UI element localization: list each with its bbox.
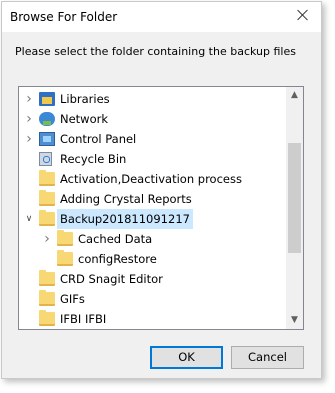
close-icon[interactable] bbox=[294, 7, 312, 25]
scroll-up-button[interactable]: ▲ bbox=[286, 87, 303, 104]
tree-item[interactable]: Adding Crystal Reports bbox=[19, 189, 288, 209]
tree-item[interactable]: Network bbox=[19, 109, 288, 129]
tree-item-label: configRestore bbox=[78, 252, 157, 266]
folder-icon bbox=[57, 230, 73, 246]
tree-item[interactable]: Activation,Deactivation process bbox=[19, 169, 288, 189]
tree-item[interactable]: configRestore bbox=[19, 249, 288, 269]
tree-item-label: CRD Snagit Editor bbox=[60, 272, 163, 286]
tree-item-label: Backup201811091217 bbox=[57, 209, 193, 229]
tree-item[interactable]: Cached Data bbox=[19, 229, 288, 249]
recycle-bin-icon bbox=[39, 152, 52, 166]
scroll-down-button[interactable]: ▼ bbox=[286, 312, 303, 329]
expand-chevron-icon bbox=[23, 189, 35, 209]
scroll-thumb[interactable] bbox=[288, 143, 301, 253]
folder-icon bbox=[39, 170, 55, 186]
instruction-text: Please select the folder containing the … bbox=[15, 45, 296, 58]
expand-chevron-icon[interactable] bbox=[41, 229, 53, 249]
libraries-icon bbox=[39, 92, 55, 106]
tree-item[interactable]: CRD Snagit Editor bbox=[19, 269, 288, 289]
tree-rows: Libraries Network Control Panel Recycle Bin… bbox=[19, 89, 288, 329]
expand-chevron-icon bbox=[23, 289, 35, 309]
ok-button[interactable]: OK bbox=[150, 346, 223, 369]
folder-icon bbox=[39, 310, 55, 326]
tree-item[interactable]: Backup201811091217 bbox=[19, 209, 288, 229]
tree-item[interactable]: IFBI IFBI bbox=[19, 309, 288, 329]
tree-item-label: Network bbox=[60, 112, 109, 126]
expand-chevron-icon[interactable] bbox=[23, 89, 35, 109]
tree-item[interactable]: Control Panel bbox=[19, 129, 288, 149]
expand-chevron-icon bbox=[23, 269, 35, 289]
tree-item-label: Cached Data bbox=[78, 232, 153, 246]
folder-tree[interactable]: Libraries Network Control Panel Recycle Bin… bbox=[18, 86, 304, 330]
folder-icon bbox=[39, 270, 55, 286]
browse-for-folder-dialog: Browse For Folder Please select the fold… bbox=[1, 1, 322, 379]
dialog-title: Browse For Folder bbox=[10, 10, 118, 24]
collapse-chevron-icon[interactable] bbox=[23, 209, 35, 229]
tree-item-label: Recycle Bin bbox=[60, 152, 127, 166]
expand-chevron-icon bbox=[23, 149, 35, 169]
tree-item-label: Libraries bbox=[60, 92, 110, 106]
expand-chevron-icon bbox=[23, 309, 35, 329]
folder-icon bbox=[57, 250, 73, 266]
expand-chevron-icon bbox=[23, 169, 35, 189]
expand-chevron-icon[interactable] bbox=[23, 109, 35, 129]
tree-item[interactable]: Libraries bbox=[19, 89, 288, 109]
folder-icon bbox=[39, 190, 55, 206]
tree-item-label: Control Panel bbox=[60, 132, 137, 146]
tree-item-label: Adding Crystal Reports bbox=[60, 192, 192, 206]
tree-item-label: IFBI IFBI bbox=[60, 312, 107, 326]
expand-chevron-icon[interactable] bbox=[23, 129, 35, 149]
network-icon bbox=[39, 112, 55, 126]
tree-item-label: Activation,Deactivation process bbox=[60, 172, 242, 186]
tree-item[interactable]: GIFs bbox=[19, 289, 288, 309]
tree-item-label: GIFs bbox=[60, 292, 85, 306]
expand-chevron-icon bbox=[41, 249, 53, 269]
cancel-button[interactable]: Cancel bbox=[231, 346, 304, 369]
folder-icon bbox=[39, 290, 55, 306]
vertical-scrollbar[interactable]: ▲ ▼ bbox=[286, 87, 303, 329]
control-panel-icon bbox=[39, 132, 55, 146]
title-bar: Browse For Folder bbox=[2, 2, 321, 32]
tree-item[interactable]: Recycle Bin bbox=[19, 149, 288, 169]
folder-icon bbox=[39, 210, 55, 226]
